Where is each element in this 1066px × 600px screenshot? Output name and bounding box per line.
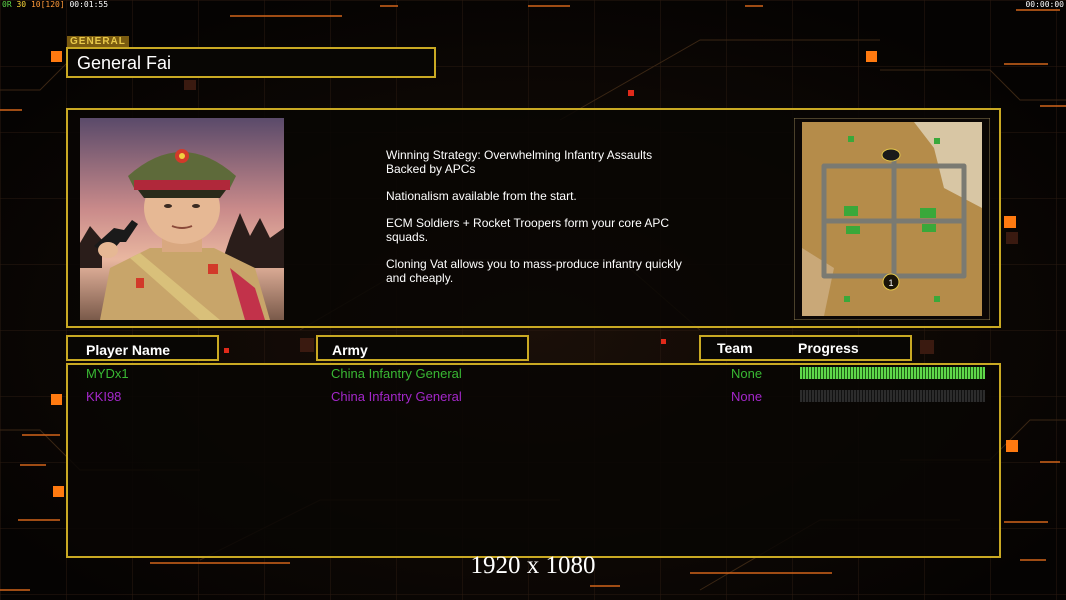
team-header: Team (717, 340, 753, 356)
player-army: China Infantry General (331, 389, 462, 404)
strategy-line-1: Winning Strategy: Overwhelming Infantry … (386, 148, 653, 176)
general-portrait (80, 118, 284, 320)
player-progress-bar (800, 390, 985, 402)
column-header-team-progress: Team Progress (699, 335, 912, 361)
column-header-army: Army (316, 335, 529, 361)
strategy-line-4: Cloning Vat allows you to mass-produce i… (386, 257, 682, 285)
player-progress-bar (800, 367, 985, 379)
hud-stat-1: 30 (16, 0, 27, 9)
hud-stat-3: 00:01:55 (69, 0, 109, 9)
player-progress-fill (800, 367, 985, 379)
hud-stat-2: 10[120] (30, 0, 65, 9)
map-preview: 1 (794, 118, 990, 320)
general-name-box: General Fai (66, 47, 436, 78)
hud-stats: 0R 30 10[120] 00:01:55 (2, 0, 108, 9)
general-name: General Fai (77, 53, 172, 73)
strategy-line-3: ECM Soldiers + Rocket Troopers form your… (386, 216, 670, 244)
column-header-player-name: Player Name (66, 335, 219, 361)
player-army: China Infantry General (331, 366, 462, 381)
general-tag-label: GENERAL (70, 36, 126, 47)
player-name: MYDx1 (86, 366, 129, 381)
progress-header: Progress (798, 340, 859, 356)
start-position-1: 1 (888, 278, 893, 288)
army-header: Army (332, 342, 368, 358)
player-team: None (731, 389, 763, 404)
strategy-text: Winning Strategy: Overwhelming Infantry … (386, 148, 716, 298)
hud-stat-0: 0R (2, 0, 12, 9)
player-name: KKI98 (86, 389, 122, 404)
player-team: None (731, 366, 763, 381)
resolution-label: 1920 x 1080 (470, 552, 596, 579)
player-name-header: Player Name (86, 342, 171, 358)
hud-timer: 00:00:00 (1025, 0, 1064, 9)
strategy-line-2: Nationalism available from the start. (386, 189, 577, 203)
